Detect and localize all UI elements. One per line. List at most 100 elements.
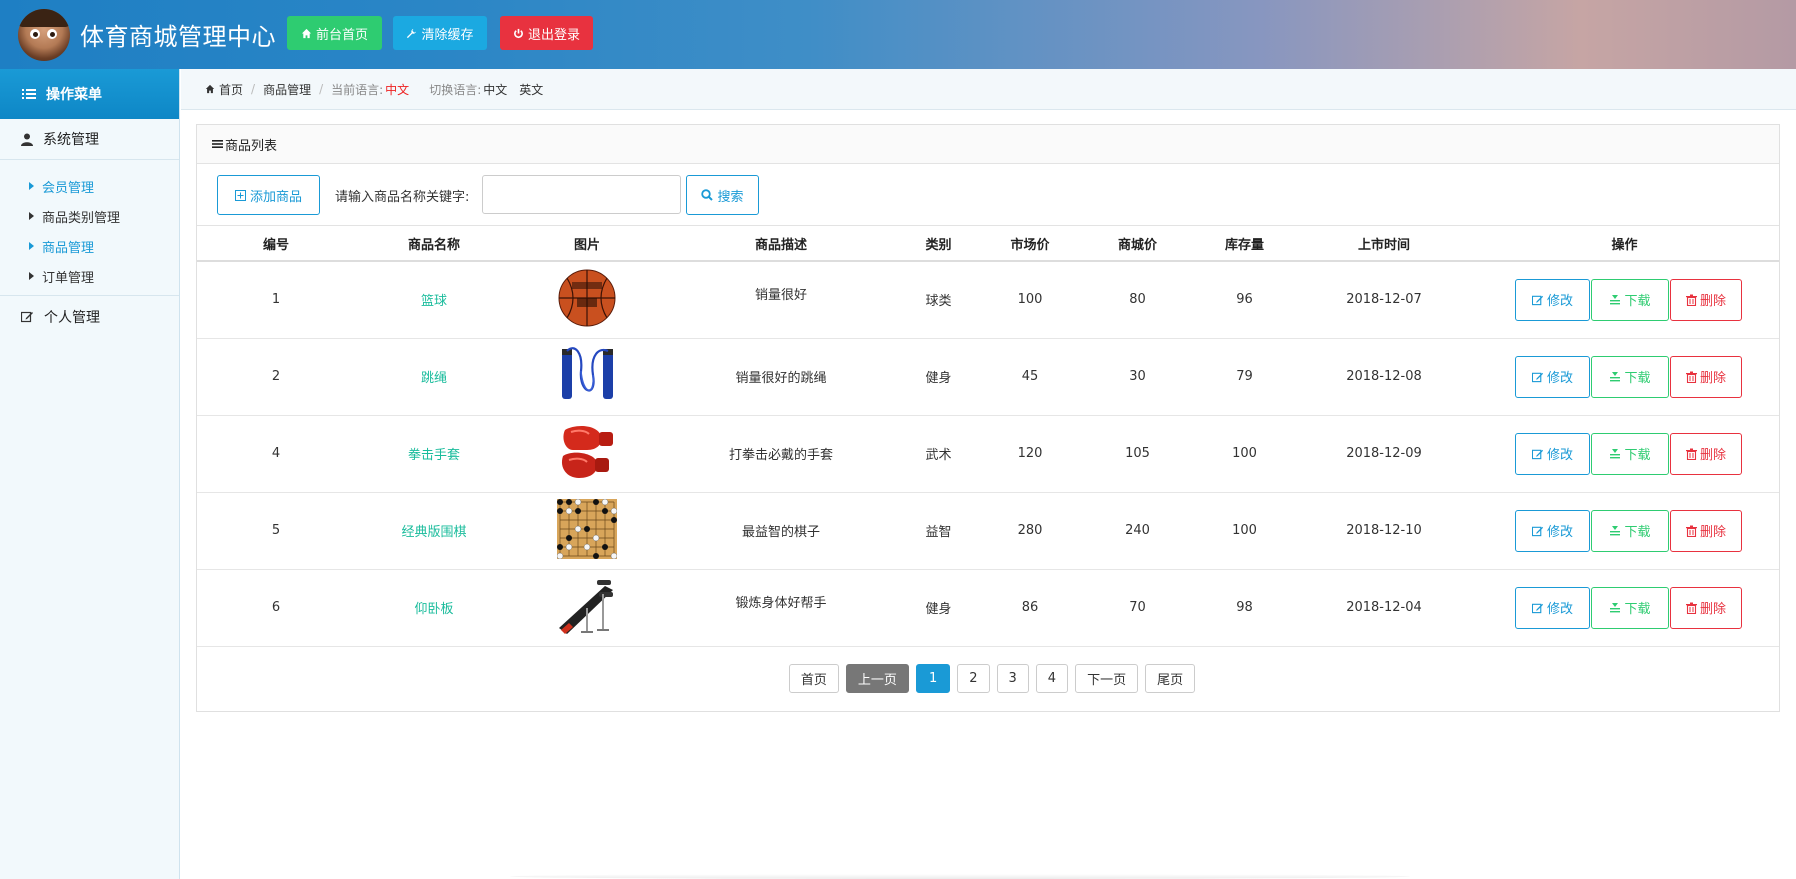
language-english-link[interactable]: 英文 — [519, 81, 543, 98]
download-button[interactable]: 下载 — [1591, 509, 1669, 552]
download-icon — [1610, 294, 1621, 305]
caret-right-icon — [29, 212, 34, 220]
table-header-row: 编号 商品名称 图片 商品描述 类别 市场价 商城价 库存量 上市时间 操作 — [197, 226, 1779, 261]
product-name-link[interactable]: 仰卧板 — [355, 569, 513, 646]
logout-button[interactable]: 退出登录 — [500, 16, 593, 50]
page-4-button[interactable]: 4 — [1035, 664, 1069, 693]
column-header: 类别 — [925, 237, 952, 253]
cell-price: 30 — [1129, 369, 1146, 384]
table-row: 6 仰卧板 锻炼身体好帮手 健身 86 70 98 2018-12-04 修改 … — [197, 569, 1779, 646]
delete-button[interactable]: 删除 — [1670, 586, 1742, 629]
add-product-button[interactable]: 添加商品 — [217, 175, 320, 215]
sidebar-group-personal-label: 个人管理 — [44, 309, 100, 326]
column-header: 商品名称 — [407, 237, 460, 253]
page-3-button[interactable]: 3 — [996, 664, 1029, 693]
page-1-button[interactable]: 1 — [915, 664, 951, 693]
prev-page-button[interactable]: 上一页 — [845, 664, 909, 693]
search-input[interactable] — [482, 175, 681, 214]
sidebar-item-orders[interactable]: 订单管理 — [0, 261, 179, 291]
cell-id: 2 — [271, 369, 281, 384]
app-title: 体育商城管理中心 — [80, 23, 276, 51]
cell-price: 240 — [1125, 523, 1150, 538]
cell-date: 2018-12-08 — [1346, 369, 1422, 384]
sidebar-group-system[interactable]: 系统管理 — [0, 119, 179, 160]
download-button[interactable]: 下载 — [1591, 586, 1669, 629]
cell-image — [513, 569, 661, 646]
situp-bench-image — [559, 579, 613, 634]
cell-market-price: 280 — [1017, 523, 1043, 538]
language-chinese-link[interactable]: 中文 — [483, 81, 507, 98]
last-page-button[interactable]: 尾页 — [1145, 664, 1196, 693]
cell-actions: 修改 下载 删除 — [1470, 492, 1779, 569]
caret-right-icon — [29, 182, 34, 190]
delete-label: 删除 — [1699, 294, 1726, 310]
current-language-value: 中文 — [385, 82, 410, 97]
product-name-link[interactable]: 篮球 — [355, 261, 513, 338]
breadcrumb-home[interactable]: 首页 — [219, 81, 243, 98]
menu-header: 操作菜单 — [0, 69, 179, 119]
edit-icon — [21, 311, 33, 323]
current-language-label: 当前语言: — [331, 82, 384, 97]
edit-label: 修改 — [1546, 448, 1573, 463]
sidebar-submenu: 会员管理 商品类别管理 商品管理 订单管理 — [0, 160, 179, 296]
menu-title: 操作菜单 — [46, 87, 102, 103]
column-header: 上市时间 — [1357, 237, 1410, 253]
edit-icon — [1531, 372, 1544, 382]
sidebar-item-label: 商品类别管理 — [42, 210, 121, 226]
edit-button[interactable]: 修改 — [1515, 432, 1590, 475]
edit-button[interactable]: 修改 — [1515, 355, 1590, 398]
product-name-link[interactable]: 拳击手套 — [355, 415, 513, 492]
cell-stock: 79 — [1236, 369, 1253, 384]
search-icon — [701, 189, 714, 201]
next-page-button[interactable]: 下一页 — [1075, 664, 1139, 693]
delete-button[interactable]: 删除 — [1670, 278, 1742, 321]
sidebar-item-categories[interactable]: 商品类别管理 — [0, 201, 179, 231]
cell-actions: 修改 下载 删除 — [1470, 415, 1779, 492]
cell-market-price: 100 — [1017, 292, 1043, 308]
cell-stock: 100 — [1232, 523, 1257, 538]
panel-title: 商品列表 — [225, 138, 278, 154]
delete-label: 删除 — [1699, 602, 1726, 617]
frontend-home-button[interactable]: 前台首页 — [287, 16, 382, 50]
sidebar-item-members[interactable]: 会员管理 — [0, 171, 179, 201]
column-header: 操作 — [1611, 237, 1638, 253]
download-button[interactable]: 下载 — [1591, 432, 1669, 475]
delete-label: 删除 — [1699, 525, 1726, 540]
search-button-label: 搜索 — [717, 189, 744, 205]
edit-button[interactable]: 修改 — [1515, 278, 1590, 321]
product-name-link[interactable]: 经典版围棋 — [355, 492, 513, 569]
cell-date: 2018-12-07 — [1346, 292, 1422, 308]
cell-image — [513, 415, 661, 492]
edit-label: 修改 — [1546, 371, 1573, 386]
edit-button[interactable]: 修改 — [1515, 586, 1590, 629]
sidebar-item-products[interactable]: 商品管理 — [0, 231, 179, 261]
cell-stock: 100 — [1232, 446, 1257, 461]
edit-button[interactable]: 修改 — [1515, 509, 1590, 552]
download-button[interactable]: 下载 — [1591, 355, 1669, 398]
product-name-link[interactable]: 跳绳 — [355, 338, 513, 415]
cell-desc: 锻炼身体好帮手 — [735, 595, 827, 611]
cell-market-price: 45 — [1021, 369, 1039, 384]
cell-price: 105 — [1125, 446, 1150, 461]
column-header: 库存量 — [1224, 237, 1264, 253]
sidebar-group-personal[interactable]: 个人管理 — [0, 296, 179, 337]
delete-button[interactable]: 删除 — [1670, 509, 1742, 552]
clear-cache-button[interactable]: 清除缓存 — [393, 16, 487, 50]
switch-language-label: 切换语言: — [429, 82, 482, 97]
delete-button[interactable]: 删除 — [1670, 432, 1742, 475]
basketball-image — [558, 269, 616, 327]
wrench-icon — [407, 28, 417, 38]
cell-desc: 销量很好的跳绳 — [735, 371, 827, 386]
table-row: 2 跳绳 销量很好的跳绳 健身 45 30 79 2018-12-08 修改 下… — [197, 338, 1779, 415]
delete-button[interactable]: 删除 — [1670, 355, 1742, 398]
jump-rope-image — [562, 346, 613, 399]
list-icon — [22, 89, 36, 99]
cell-image — [513, 261, 661, 338]
edit-icon — [1531, 449, 1544, 459]
download-button[interactable]: 下载 — [1591, 278, 1669, 321]
cell-category: 武术 — [925, 448, 952, 463]
page-2-button[interactable]: 2 — [957, 664, 990, 693]
cell-id: 6 — [271, 600, 281, 615]
first-page-button[interactable]: 首页 — [788, 664, 839, 693]
search-button[interactable]: 搜索 — [686, 175, 759, 215]
